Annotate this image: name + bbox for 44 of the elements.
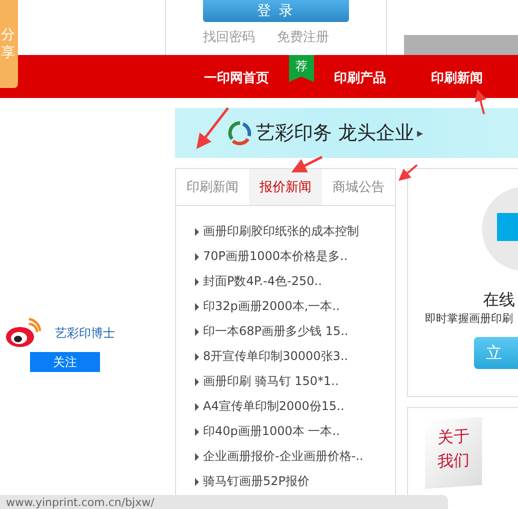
annotation-arrow [398,164,418,181]
service-title: 在线 [483,290,515,311]
annotation-arrow [196,107,229,149]
news-link[interactable]: 8开宣传单印制30000张3.. [203,348,348,365]
news-link[interactable]: 骑马钉画册52P报价 [203,473,310,490]
news-tab[interactable]: 报价新闻 [249,169,322,205]
news-link[interactable]: 印32p画册2000本,一本.. [203,298,340,315]
bullet-icon [195,478,199,486]
nav-link[interactable]: 一印网首页 [204,66,269,86]
annotation-arrow [474,89,486,114]
banner-arrow: ▸ [417,126,424,140]
service-subtitle: 即时掌握画册印刷 [425,311,513,326]
weibo-account-name[interactable]: 艺彩印博士 [55,324,115,342]
news-tab[interactable]: 商城公告 [322,169,395,205]
about-us-link[interactable]: 关于我们 [425,417,482,489]
nav-link[interactable]: 印刷新闻 [431,66,483,86]
bullet-icon [195,428,199,436]
bullet-icon [195,278,199,286]
news-link[interactable]: 印40p画册1000本 一本.. [203,423,340,440]
status-bar: www.yinprint.com.cn/bjxw/ [0,495,448,509]
news-link[interactable]: 封面P数4P.-4色-250.. [203,273,322,290]
bullet-icon [195,402,199,410]
weibo-icon [5,318,41,348]
news-link[interactable]: 印一本68P画册多少钱 15.. [203,323,348,340]
banner-text: 艺彩印务 龙头企业 [256,121,414,146]
bullet-icon [195,328,199,336]
news-link[interactable]: A4宣传单印制2000份15.. [203,398,344,415]
news-link[interactable]: 企业画册报价-企业画册价格-.. [203,448,364,465]
nav-link[interactable]: 印刷产品 [334,66,386,86]
bullet-icon [195,378,199,386]
logo-icon [227,120,253,146]
bullet-icon [195,252,199,260]
annotation-arrow [291,156,323,172]
bullet-icon [195,302,199,310]
bullet-icon [195,452,199,460]
news-link[interactable]: 70P画册1000本价格是多.. [203,248,348,265]
news-tab[interactable]: 印刷新闻 [176,169,249,205]
news-link[interactable]: 画册印刷 骑马钉 150*1.. [203,373,339,390]
ad-banner[interactable]: 艺彩印务 龙头企业▸ [175,108,518,158]
bullet-icon [195,352,199,360]
news-link[interactable]: 画册印刷胶印纸张的成本控制 [203,223,359,240]
recommend-badge: 荐 [289,55,314,82]
follow-button[interactable]: 关注 [30,352,100,372]
bullet-icon [195,228,199,236]
